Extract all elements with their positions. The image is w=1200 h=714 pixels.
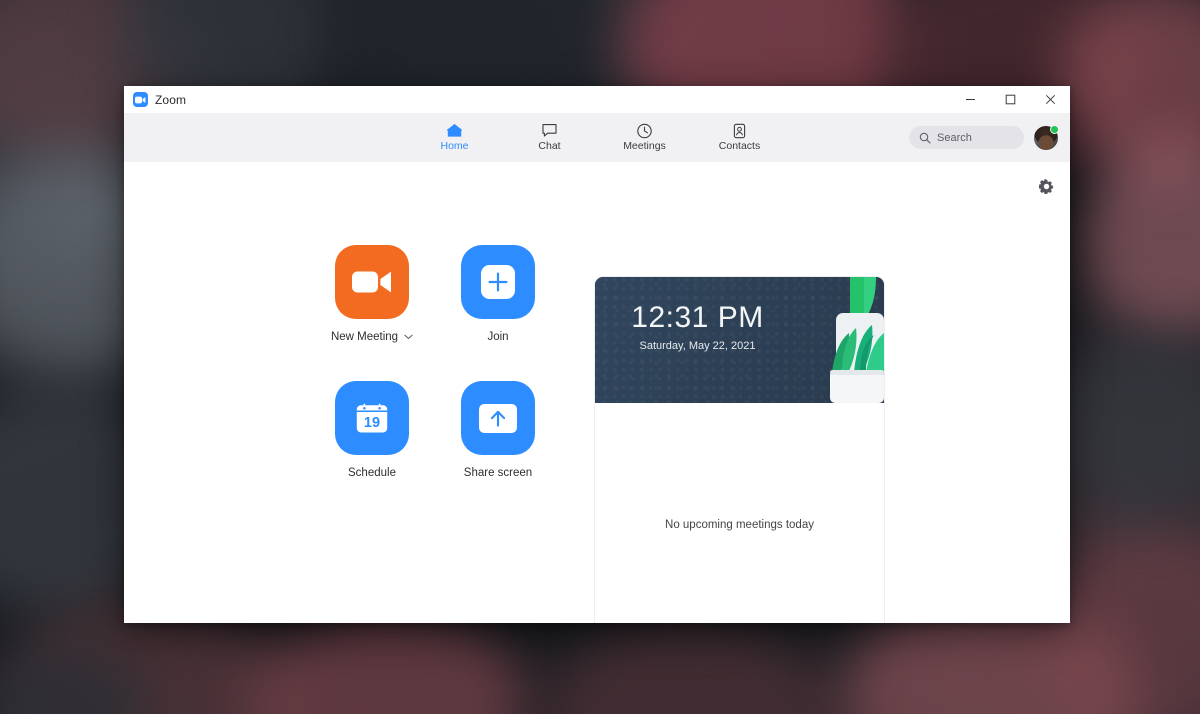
tab-chat-label: Chat [538,140,561,153]
join-label: Join [487,331,509,343]
search-icon [919,132,931,144]
action-label-group: Share screen [464,467,532,479]
contacts-icon [731,122,748,139]
clock-icon [636,122,653,139]
join-tile[interactable] [461,245,535,319]
action-grid: New Meeting Join 19 Schedule Share scree… [309,245,561,479]
tab-home-label: Home [440,140,469,153]
toolbar-right-group [909,124,1059,150]
plus-square-icon [481,265,515,299]
action-label-group: Join [487,331,508,343]
calendar-19-icon: 19 [354,400,390,436]
action-label-group: Schedule [348,467,396,479]
close-icon[interactable] [1030,86,1070,113]
search-input[interactable] [937,131,1014,144]
current-time: 12:31 PM [631,301,764,334]
minimize-icon[interactable] [950,86,990,113]
video-camera-icon [352,269,392,295]
new-meeting-tile[interactable] [335,245,409,319]
tab-contacts[interactable]: Contacts [709,122,771,153]
chat-icon [541,122,558,139]
svg-text:19: 19 [364,415,380,431]
tab-contacts-label: Contacts [718,140,761,153]
upcoming-meetings-card: 12:31 PM Saturday, May 22, 2021 No upcom… [594,276,885,623]
action-schedule[interactable]: 19 Schedule [309,381,435,479]
current-date: Saturday, May 22, 2021 [639,340,756,352]
action-join[interactable]: Join [435,245,561,381]
window-controls [950,86,1070,113]
clock-banner: 12:31 PM Saturday, May 22, 2021 [595,277,884,403]
empty-state-text: No upcoming meetings today [665,519,814,531]
tab-chat[interactable]: Chat [519,122,581,153]
main-toolbar: Home Chat Meetings Contacts Search [124,113,1070,162]
action-new-meeting[interactable]: New Meeting [309,245,435,381]
arrow-up-box-icon [479,403,517,433]
schedule-tile[interactable]: 19 [335,381,409,455]
zoom-application-window: Zoom Home Chat Meetings Contacts Search … [124,86,1070,623]
tab-home[interactable]: Home [424,122,486,153]
status-badge [1050,124,1059,134]
home-content: New Meeting Join 19 Schedule Share scree… [124,162,1070,623]
avatar[interactable] [1034,124,1059,150]
zoom-camera-icon [133,92,148,107]
share-screen-label: Share screen [463,467,533,479]
meetings-list-body: No upcoming meetings today [595,403,884,623]
tab-meetings-label: Meetings [623,140,666,153]
desktop-wallpaper: Zoom Home Chat Meetings Contacts Search … [0,0,1200,714]
action-label-group: New Meeting [331,331,413,343]
action-share-screen[interactable]: Share screen [435,381,561,479]
titlebar-left: Zoom [124,92,186,107]
new-meeting-label: New Meeting [330,331,399,343]
schedule-label: Schedule [348,467,396,479]
home-icon [446,122,463,139]
window-titlebar[interactable]: Zoom [124,86,1070,113]
search-box[interactable] [909,126,1024,149]
share-screen-tile[interactable] [461,381,535,455]
app-title: Zoom [155,92,187,107]
clock-readout: 12:31 PM Saturday, May 22, 2021 [595,301,800,352]
tab-meetings[interactable]: Meetings [614,122,676,153]
maximize-icon[interactable] [990,86,1030,113]
home-panels: New Meeting Join 19 Schedule Share scree… [124,162,1070,623]
potted-plant-illustration [788,277,884,403]
chevron-down-icon[interactable] [404,334,413,340]
